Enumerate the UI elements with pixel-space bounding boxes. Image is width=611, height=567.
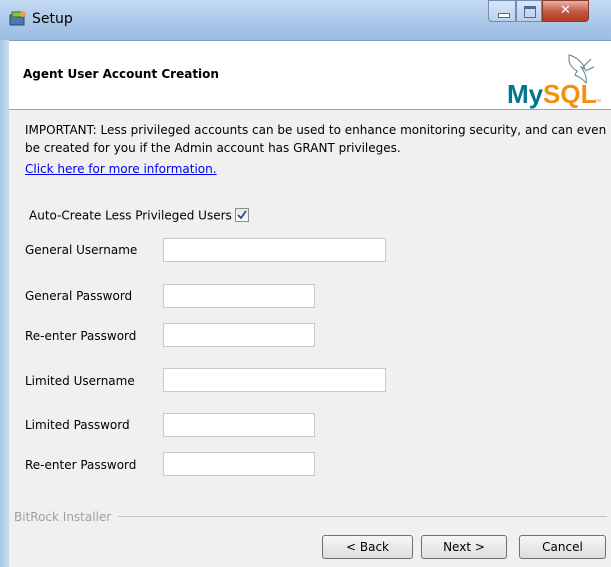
general-password-label: General Password — [25, 289, 133, 303]
cancel-button[interactable]: Cancel — [519, 535, 606, 559]
content-panel: IMPORTANT: Less privileged accounts can … — [9, 110, 611, 510]
more-info-link[interactable]: Click here for more information. — [25, 162, 217, 176]
app-icon — [9, 10, 27, 26]
limited-reenter-password-label: Re-enter Password — [25, 458, 137, 472]
back-button[interactable]: < Back — [322, 535, 413, 559]
auto-create-checkbox[interactable] — [234, 207, 249, 222]
auto-create-row: Auto-Create Less Privileged Users — [29, 207, 249, 223]
close-icon: ✕ — [560, 3, 571, 18]
general-reenter-password-label: Re-enter Password — [25, 329, 137, 343]
limited-reenter-password-input[interactable] — [163, 452, 315, 476]
minimize-icon — [498, 13, 510, 18]
minimize-button[interactable] — [488, 0, 516, 22]
limited-password-label: Limited Password — [25, 418, 130, 432]
limited-username-input[interactable] — [163, 368, 386, 392]
setup-window: Setup ✕ Agent User Account Creation My S… — [0, 0, 611, 567]
maximize-button[interactable] — [516, 0, 542, 22]
mysql-logo-sql: SQL — [543, 79, 597, 109]
window-title: Setup — [32, 11, 73, 27]
next-button[interactable]: Next > — [421, 535, 507, 559]
limited-username-label: Limited Username — [25, 374, 135, 388]
checkmark-icon — [237, 209, 247, 219]
general-password-input[interactable] — [163, 284, 315, 308]
auto-create-label: Auto-Create Less Privileged Users — [29, 208, 232, 223]
mysql-logo-tm: ™ — [594, 99, 601, 106]
mysql-logo: My SQL ™ — [499, 53, 611, 109]
window-frame-left — [0, 40, 9, 567]
installer-label: BitRock Installer — [14, 510, 112, 524]
general-username-input[interactable] — [163, 238, 386, 262]
close-button[interactable]: ✕ — [542, 0, 589, 22]
page-header: Agent User Account Creation My SQL ™ — [9, 41, 611, 110]
maximize-icon — [524, 6, 536, 18]
footer-divider — [118, 516, 607, 517]
title-bar[interactable]: Setup ✕ — [0, 0, 611, 41]
general-username-label: General Username — [25, 243, 138, 257]
limited-password-input[interactable] — [163, 413, 315, 437]
page-title: Agent User Account Creation — [23, 67, 219, 81]
mysql-logo-my: My — [507, 79, 544, 109]
info-text: IMPORTANT: Less privileged accounts can … — [25, 123, 607, 155]
general-reenter-password-input[interactable] — [163, 323, 315, 347]
